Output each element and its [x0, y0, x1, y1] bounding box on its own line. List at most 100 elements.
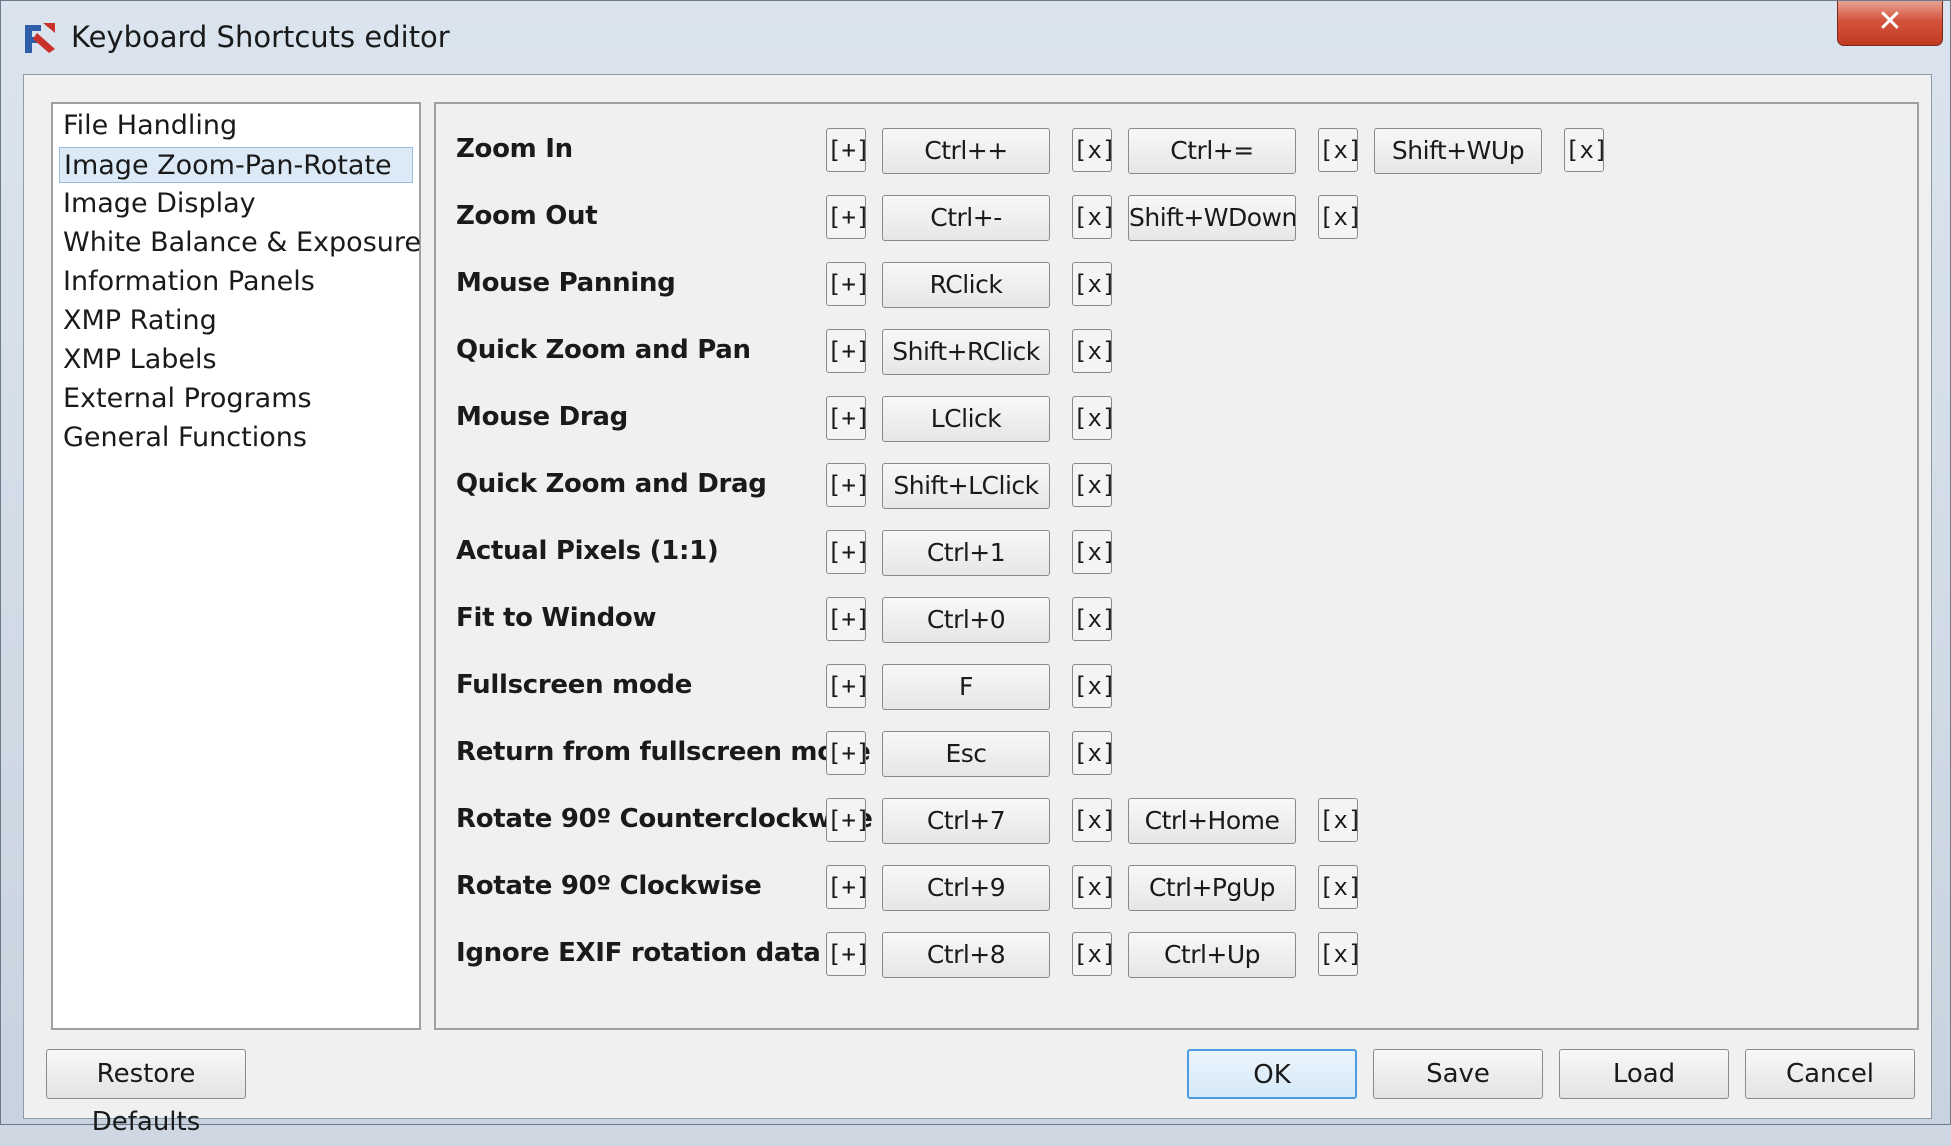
key-binding-button[interactable]: Ctrl+- [882, 195, 1050, 241]
add-shortcut-button[interactable]: [+] [826, 865, 870, 909]
restore-defaults-button[interactable]: Restore Defaults [46, 1049, 246, 1137]
app-icon [25, 23, 55, 53]
remove-shortcut-button[interactable]: [x] [1072, 396, 1116, 440]
window-title: Keyboard Shortcuts editor [71, 20, 450, 54]
shortcut-row: Return from fullscreen mode [+] Esc [x] [436, 729, 1916, 779]
load-button[interactable]: Load [1559, 1049, 1729, 1099]
sidebar-item[interactable]: General Functions [59, 420, 307, 456]
ok-button[interactable]: OK [1187, 1049, 1357, 1099]
shortcut-action-label: Mouse Drag [456, 402, 628, 432]
add-shortcut-button[interactable]: [+] [826, 128, 870, 172]
remove-shortcut-button[interactable]: [x] [1072, 731, 1116, 775]
add-shortcut-button[interactable]: [+] [826, 932, 870, 976]
add-shortcut-button[interactable]: [+] [826, 597, 870, 641]
shortcut-action-label: Quick Zoom and Pan [456, 335, 751, 365]
sidebar-item[interactable]: File Handling [59, 108, 237, 144]
shortcut-action-label: Mouse Panning [456, 268, 676, 298]
key-binding-button[interactable]: Ctrl+1 [882, 530, 1050, 576]
key-binding-button[interactable]: Ctrl++ [882, 128, 1050, 174]
shortcut-row: Actual Pixels (1:1) [+] Ctrl+1 [x] [436, 528, 1916, 578]
close-button[interactable]: ✕ [1837, 1, 1943, 46]
shortcut-row: Mouse Panning [+] RClick [x] [436, 260, 1916, 310]
key-binding-button[interactable]: RClick [882, 262, 1050, 308]
remove-shortcut-button[interactable]: [x] [1072, 865, 1116, 909]
title-bar[interactable]: Keyboard Shortcuts editor ✕ [1, 1, 1951, 73]
key-binding-button[interactable]: Shift+WDown [1128, 195, 1296, 241]
shortcut-row: Zoom In [+] Ctrl++ [x] Ctrl+= [x] Shift+WUp [x] [436, 126, 1916, 176]
remove-shortcut-button[interactable]: [x] [1072, 597, 1116, 641]
add-shortcut-button[interactable]: [+] [826, 195, 870, 239]
key-binding-button[interactable]: Shift+LClick [882, 463, 1050, 509]
shortcut-row: Rotate 90º Counterclockwise [+] Ctrl+7 [x] C… [436, 796, 1916, 846]
sidebar-item[interactable]: Information Panels [59, 264, 315, 300]
shortcut-action-label: Rotate 90º Counterclockwise [456, 804, 873, 834]
key-binding-button[interactable]: Esc [882, 731, 1050, 777]
shortcuts-editor-window: Keyboard Shortcuts editor ✕ File Handlin… [0, 0, 1951, 1137]
key-binding-button[interactable]: Shift+RClick [882, 329, 1050, 375]
key-binding-button[interactable]: Ctrl+PgUp [1128, 865, 1296, 911]
remove-shortcut-button[interactable]: [x] [1072, 128, 1116, 172]
category-list[interactable]: File Handling Image Zoom-Pan-Rotate Image … [51, 102, 421, 1030]
sidebar-item[interactable]: Image Zoom-Pan-Rotate [59, 147, 413, 183]
sidebar-item[interactable]: XMP Labels [59, 342, 217, 378]
remove-shortcut-button[interactable]: [x] [1564, 128, 1608, 172]
add-shortcut-button[interactable]: [+] [826, 262, 870, 306]
shortcut-action-label: Zoom Out [456, 201, 598, 231]
add-shortcut-button[interactable]: [+] [826, 664, 870, 708]
key-binding-button[interactable]: Shift+WUp [1374, 128, 1542, 174]
key-binding-button[interactable]: Ctrl+7 [882, 798, 1050, 844]
add-shortcut-button[interactable]: [+] [826, 329, 870, 373]
shortcut-row: Fullscreen mode [+] F [x] [436, 662, 1916, 712]
cancel-button[interactable]: Cancel [1745, 1049, 1915, 1099]
shortcut-action-label: Rotate 90º Clockwise [456, 871, 762, 901]
key-binding-button[interactable]: LClick [882, 396, 1050, 442]
remove-shortcut-button[interactable]: [x] [1072, 664, 1116, 708]
remove-shortcut-button[interactable]: [x] [1072, 798, 1116, 842]
remove-shortcut-button[interactable]: [x] [1318, 932, 1362, 976]
add-shortcut-button[interactable]: [+] [826, 530, 870, 574]
remove-shortcut-button[interactable]: [x] [1072, 530, 1116, 574]
key-binding-button[interactable]: F [882, 664, 1050, 710]
shortcut-action-label: Quick Zoom and Drag [456, 469, 767, 499]
remove-shortcut-button[interactable]: [x] [1318, 865, 1362, 909]
dialog-body: File Handling Image Zoom-Pan-Rotate Image … [23, 74, 1932, 1137]
sidebar-item[interactable]: External Programs [59, 381, 312, 417]
shortcut-row: Quick Zoom and Pan [+] Shift+RClick [x] [436, 327, 1916, 377]
sidebar-item[interactable]: Image Display [59, 186, 256, 222]
add-shortcut-button[interactable]: [+] [826, 396, 870, 440]
add-shortcut-button[interactable]: [+] [826, 798, 870, 842]
key-binding-button[interactable]: Ctrl+Home [1128, 798, 1296, 844]
remove-shortcut-button[interactable]: [x] [1072, 463, 1116, 507]
close-icon: ✕ [1877, 4, 1903, 39]
shortcut-action-label: Ignore EXIF rotation data [456, 938, 821, 968]
remove-shortcut-button[interactable]: [x] [1072, 195, 1116, 239]
shortcut-row: Rotate 90º Clockwise [+] Ctrl+9 [x] Ctrl+PgU… [436, 863, 1916, 913]
shortcut-row: Quick Zoom and Drag [+] Shift+LClick [x] [436, 461, 1916, 511]
shortcuts-panel: Zoom In [+] Ctrl++ [x] Ctrl+= [x] Shift+WUp [x]… [434, 102, 1919, 1030]
shortcut-action-label: Actual Pixels (1:1) [456, 536, 719, 566]
key-binding-button[interactable]: Ctrl+8 [882, 932, 1050, 978]
remove-shortcut-button[interactable]: [x] [1072, 932, 1116, 976]
key-binding-button[interactable]: Ctrl+0 [882, 597, 1050, 643]
shortcut-action-label: Zoom In [456, 134, 573, 164]
shortcut-action-label: Return from fullscreen mode [456, 737, 871, 767]
key-binding-button[interactable]: Ctrl+Up [1128, 932, 1296, 978]
remove-shortcut-button[interactable]: [x] [1318, 128, 1362, 172]
key-binding-button[interactable]: Ctrl+9 [882, 865, 1050, 911]
shortcut-action-label: Fit to Window [456, 603, 657, 633]
remove-shortcut-button[interactable]: [x] [1072, 262, 1116, 306]
shortcut-row: Zoom Out [+] Ctrl+- [x] Shift+WDown [x] [436, 193, 1916, 243]
save-button[interactable]: Save [1373, 1049, 1543, 1099]
shortcut-action-label: Fullscreen mode [456, 670, 693, 700]
sidebar-item[interactable]: White Balance & Exposure [59, 225, 421, 261]
remove-shortcut-button[interactable]: [x] [1318, 798, 1362, 842]
shortcut-row: Ignore EXIF rotation data [+] Ctrl+8 [x] Ctr… [436, 930, 1916, 980]
remove-shortcut-button[interactable]: [x] [1072, 329, 1116, 373]
add-shortcut-button[interactable]: [+] [826, 731, 870, 775]
add-shortcut-button[interactable]: [+] [826, 463, 870, 507]
key-binding-button[interactable]: Ctrl+= [1128, 128, 1296, 174]
sidebar-item[interactable]: XMP Rating [59, 303, 217, 339]
shortcut-row: Mouse Drag [+] LClick [x] [436, 394, 1916, 444]
remove-shortcut-button[interactable]: [x] [1318, 195, 1362, 239]
shortcut-row: Fit to Window [+] Ctrl+0 [x] [436, 595, 1916, 645]
